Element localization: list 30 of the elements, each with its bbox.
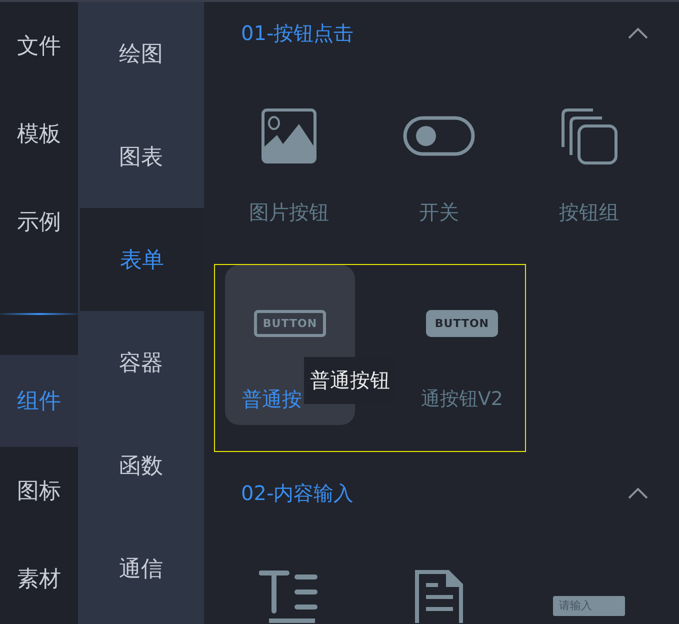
nav-tab[interactable]: 图标	[0, 447, 78, 535]
category-tab[interactable]: 表单	[80, 208, 204, 311]
input-preview: 请输入	[553, 596, 625, 616]
category-tab[interactable]: 图表	[78, 105, 204, 208]
category-tab[interactable]: 容器	[78, 311, 204, 414]
category-tab[interactable]: 通信	[78, 517, 204, 620]
component-label: 按钮组	[559, 199, 619, 226]
component-label: 普通按	[241, 386, 302, 413]
component-label: 图片按钮	[249, 199, 329, 226]
nav-tab[interactable]: 文件	[0, 2, 78, 90]
chevron-icon[interactable]	[627, 27, 649, 39]
chevron-icon[interactable]	[627, 487, 649, 499]
section-title: 02-内容输入	[241, 480, 354, 506]
stacked-squares-icon	[560, 107, 618, 165]
section-title: 01-按钮点击	[241, 20, 354, 46]
component-label: 开关	[419, 199, 459, 226]
nav-tab[interactable]: 素材	[0, 535, 78, 623]
image-icon	[261, 108, 317, 164]
component-card[interactable]: BUTTON 通按钮V2	[420, 265, 503, 425]
toggle-icon	[403, 116, 475, 156]
category-tab[interactable]: 函数	[78, 414, 204, 517]
button-preview: BUTTON	[426, 310, 498, 336]
component-label: 通按钮V2	[420, 387, 503, 412]
document-icon	[414, 569, 464, 623]
nav-tab[interactable]: 示例	[0, 178, 78, 266]
nav-tab[interactable]: 组件	[0, 355, 78, 447]
button-preview: BUTTON	[254, 310, 326, 336]
category-tab[interactable]: 绘图	[78, 2, 204, 105]
nav-tab[interactable]: 模板	[0, 90, 78, 178]
text-format-icon	[259, 569, 319, 623]
